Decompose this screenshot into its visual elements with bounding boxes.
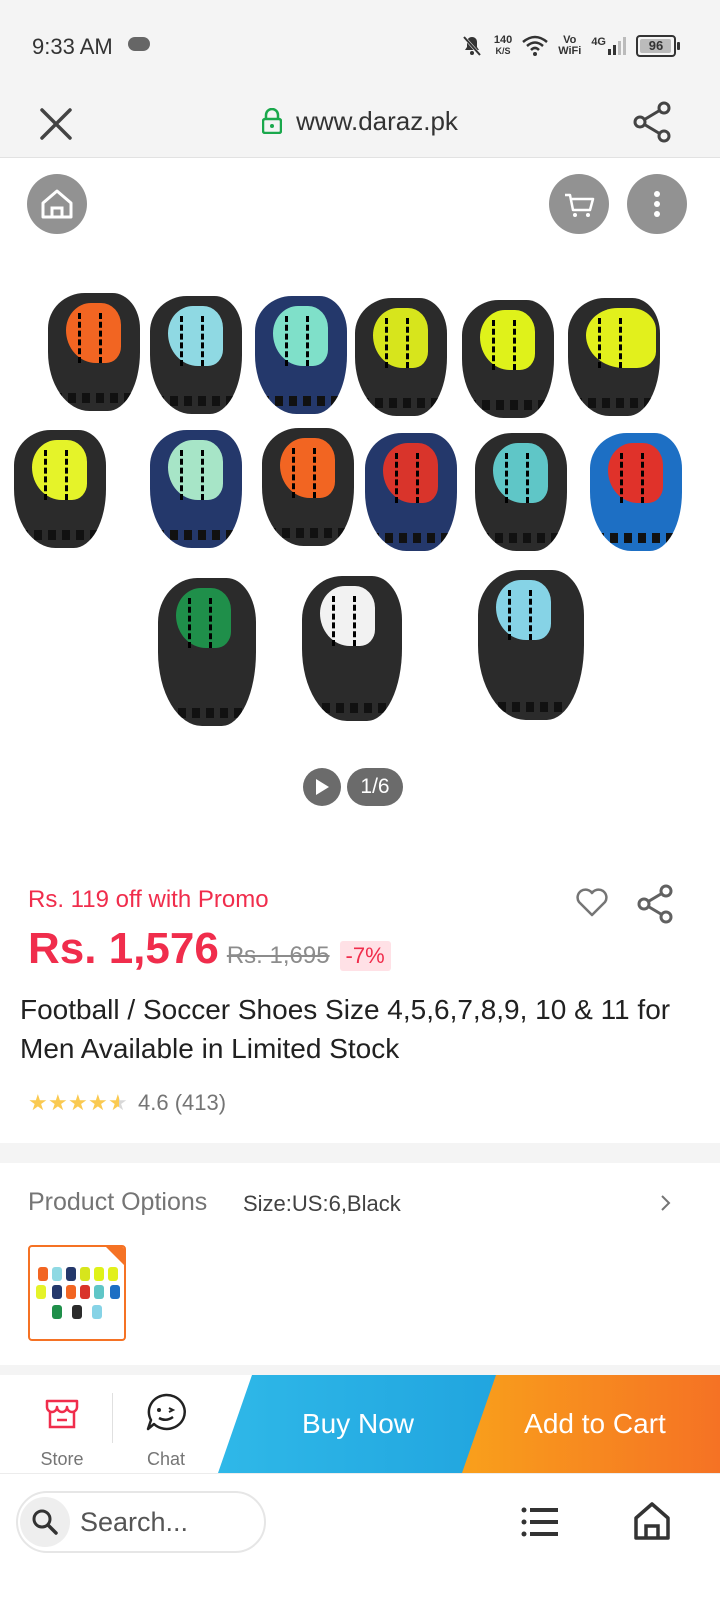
options-label: Product Options [28,1188,208,1216]
more-vertical-icon [654,191,660,217]
search-icon [32,1509,58,1535]
shoe-image [48,293,140,411]
bottom-navigation: Search... [0,1473,720,1600]
network-speed: 140 K/S [494,35,512,57]
vpn-icon [128,37,150,51]
mute-bell-icon [462,36,481,56]
list-icon[interactable] [520,1504,560,1540]
star-icon: ★ [28,1090,48,1115]
battery-icon: 96 [636,35,680,57]
signal-bar-icon [618,41,621,55]
more-options-button[interactable] [627,174,687,234]
signal-indicator: 4G [591,37,626,55]
store-icon [45,1399,79,1429]
url-text: www.daraz.pk [296,106,458,136]
signal-bar-icon [613,45,616,55]
shoe-image [302,576,402,721]
option-thumbnail[interactable] [28,1245,126,1341]
shoe-image [262,428,354,546]
shoe-image [590,433,682,551]
discount-badge: -7% [339,941,391,971]
vowifi-indicator: Vo WiFi [558,35,581,57]
star-icon: ★ [68,1090,88,1115]
shoe-image [158,578,256,726]
home-button[interactable] [27,174,87,234]
signal-bar-icon [623,37,626,55]
store-label: Store [40,1449,84,1469]
image-counter: 1/6 [347,768,403,806]
shoe-image [14,430,106,548]
selected-corner-icon [106,1247,124,1265]
chat-label: Chat [146,1449,186,1469]
shoe-image [255,296,347,414]
network-speed-value: 140 [493,34,513,46]
url-display[interactable]: www.daraz.pk [0,106,720,137]
shoe-image [568,298,660,416]
share-icon[interactable] [630,100,674,144]
current-price: Rs. 1,576 [28,924,219,973]
browser-toolbar: www.daraz.pk [0,90,720,158]
cart-icon [565,193,595,217]
product-title: Football / Soccer Shoes Size 4,5,6,7,8,9… [20,994,671,1064]
network-speed-unit: K/S [495,46,511,56]
original-price: Rs. 1,695 [226,942,330,969]
wifi-icon [522,35,548,56]
buy-now-button[interactable]: Buy Now [218,1375,498,1473]
shoe-image [462,300,554,418]
play-icon [316,779,329,795]
half-star-icon: ★ [108,1090,128,1115]
star-rating: ★ ★ ★ ★ ★ [28,1092,128,1114]
status-time: 9:33 AM [32,34,113,59]
shoe-image [475,433,567,551]
star-icon: ★ [88,1090,108,1115]
product-gallery[interactable]: 1/6 [0,158,720,858]
cart-button[interactable] [549,174,609,234]
rating-row[interactable]: ★ ★ ★ ★ ★ 4.6 (413) [28,1090,226,1116]
star-icon: ★ [48,1090,68,1115]
lock-icon [262,108,283,134]
rating-value: 4.6 [138,1090,169,1115]
selected-option: Size:US:6,Black [243,1191,401,1216]
status-icons: 140 K/S Vo WiFi 4G 96 [460,30,680,62]
battery-level: 96 [648,38,664,53]
action-bar: Store Chat Buy Now Add to Cart [0,1375,720,1473]
shoe-image [365,433,457,551]
status-bar: 9:33 AM 140 K/S Vo WiFi 4G 96 [0,0,720,90]
promo-text[interactable]: Rs. 119 off with Promo [28,886,269,914]
search-input[interactable]: Search... [16,1491,266,1553]
home-icon [41,189,73,219]
heart-icon[interactable] [574,884,610,920]
separator [112,1393,113,1443]
signal-bar-icon [608,49,611,55]
section-divider [0,1143,720,1163]
shoe-image [355,298,447,416]
vowifi-bottom: WiFi [558,45,582,57]
add-to-cart-button[interactable]: Add to Cart [462,1375,720,1473]
review-count: (413) [174,1090,227,1115]
chat-button[interactable]: Chat [124,1375,208,1473]
video-play-button[interactable] [303,768,341,806]
network-type: 4G [591,36,606,48]
shoe-image [150,430,242,548]
share-icon[interactable] [636,884,674,924]
store-button[interactable]: Store [20,1375,104,1473]
price-row: Rs. 1,576 Rs. 1,695 -7% [28,924,391,974]
section-divider [0,1365,720,1375]
search-button[interactable] [20,1497,70,1547]
shoe-image [150,296,242,414]
search-placeholder: Search... [80,1507,189,1537]
home-icon[interactable] [632,1500,672,1542]
shoe-image [478,570,584,720]
chat-icon [146,1393,186,1431]
chevron-right-icon [661,1195,671,1211]
